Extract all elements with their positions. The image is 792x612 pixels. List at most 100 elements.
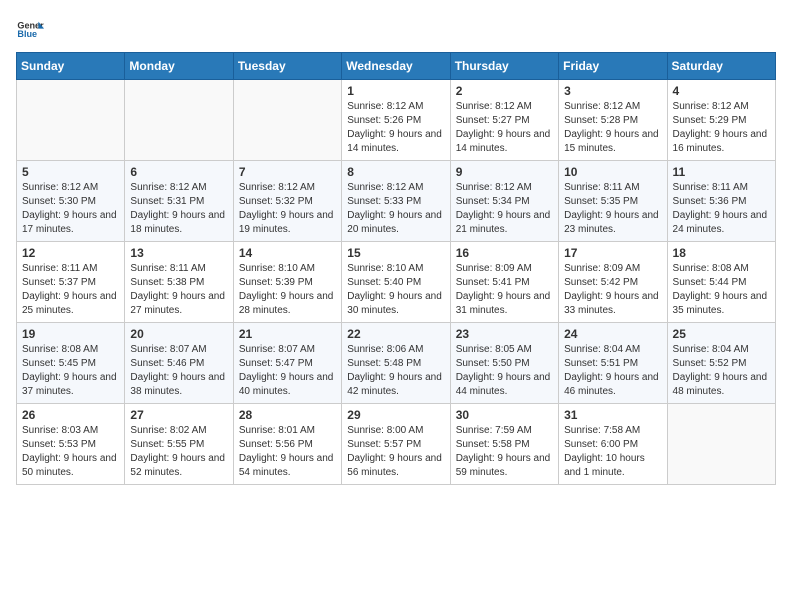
weekday-header-tuesday: Tuesday [233, 53, 341, 80]
day-info: Sunrise: 8:09 AM Sunset: 5:42 PM Dayligh… [564, 262, 661, 318]
day-info: Sunrise: 8:10 AM Sunset: 5:39 PM Dayligh… [239, 262, 336, 318]
day-number: 16 [456, 246, 553, 260]
day-info: Sunrise: 8:06 AM Sunset: 5:48 PM Dayligh… [347, 343, 444, 399]
day-info: Sunrise: 8:12 AM Sunset: 5:27 PM Dayligh… [456, 100, 553, 156]
calendar-cell: 2 Sunrise: 8:12 AM Sunset: 5:27 PM Daylig… [450, 80, 558, 161]
day-info: Sunrise: 8:09 AM Sunset: 5:41 PM Dayligh… [456, 262, 553, 318]
day-number: 20 [130, 327, 227, 341]
day-number: 21 [239, 327, 336, 341]
calendar-cell: 15 Sunrise: 8:10 AM Sunset: 5:40 PM Dayli… [342, 242, 450, 323]
calendar-cell: 24Sunrise: 8:04 AM Sunset: 5:51 PM Dayli… [559, 323, 667, 404]
day-number: 13 [130, 246, 227, 260]
day-info: Sunrise: 8:12 AM Sunset: 5:29 PM Dayligh… [673, 100, 770, 156]
calendar-cell [125, 80, 233, 161]
calendar-cell: 28 Sunrise: 8:01 AM Sunset: 5:56 PM Dayli… [233, 404, 341, 485]
day-number: 30 [456, 408, 553, 422]
weekday-header-row: SundayMondayTuesdayWednesdayThursdayFrid… [17, 53, 776, 80]
day-info: Sunrise: 7:58 AM Sunset: 6:00 PM Dayligh… [564, 424, 661, 480]
day-info: Sunrise: 8:11 AM Sunset: 5:35 PM Dayligh… [564, 181, 661, 237]
day-info: Sunrise: 8:12 AM Sunset: 5:32 PM Dayligh… [239, 181, 336, 237]
weekday-header-saturday: Saturday [667, 53, 775, 80]
logo-icon: General Blue [16, 16, 44, 44]
day-info: Sunrise: 8:11 AM Sunset: 5:37 PM Dayligh… [22, 262, 119, 318]
day-number: 29 [347, 408, 444, 422]
calendar-cell: 21Sunrise: 8:07 AM Sunset: 5:47 PM Dayli… [233, 323, 341, 404]
day-number: 19 [22, 327, 119, 341]
day-number: 5 [22, 165, 119, 179]
weekday-header-monday: Monday [125, 53, 233, 80]
calendar-cell: 7 Sunrise: 8:12 AM Sunset: 5:32 PM Daylig… [233, 161, 341, 242]
calendar-cell: 6 Sunrise: 8:12 AM Sunset: 5:31 PM Daylig… [125, 161, 233, 242]
day-number: 1 [347, 84, 444, 98]
day-info: Sunrise: 8:12 AM Sunset: 5:28 PM Dayligh… [564, 100, 661, 156]
day-number: 23 [456, 327, 553, 341]
day-number: 15 [347, 246, 444, 260]
day-number: 8 [347, 165, 444, 179]
day-info: Sunrise: 8:12 AM Sunset: 5:31 PM Dayligh… [130, 181, 227, 237]
day-number: 12 [22, 246, 119, 260]
calendar-week-4: 19 Sunrise: 8:08 AM Sunset: 5:45 PM Dayli… [17, 323, 776, 404]
day-info: Sunrise: 8:12 AM Sunset: 5:30 PM Dayligh… [22, 181, 119, 237]
day-info: Sunrise: 8:04 AM Sunset: 5:52 PM Dayligh… [673, 343, 770, 399]
day-number: 6 [130, 165, 227, 179]
day-number: 26 [22, 408, 119, 422]
day-number: 4 [673, 84, 770, 98]
day-info: Sunrise: 8:12 AM Sunset: 5:33 PM Dayligh… [347, 181, 444, 237]
day-number: 11 [673, 165, 770, 179]
calendar-cell: 30 Sunrise: 7:59 AM Sunset: 5:58 PM Dayli… [450, 404, 558, 485]
calendar-cell [17, 80, 125, 161]
calendar-cell: 8 Sunrise: 8:12 AM Sunset: 5:33 PM Daylig… [342, 161, 450, 242]
calendar-week-5: 26 Sunrise: 8:03 AM Sunset: 5:53 PM Dayli… [17, 404, 776, 485]
weekday-header-thursday: Thursday [450, 53, 558, 80]
calendar-cell: 3 Sunrise: 8:12 AM Sunset: 5:28 PM Daylig… [559, 80, 667, 161]
calendar-cell: 16 Sunrise: 8:09 AM Sunset: 5:41 PM Dayli… [450, 242, 558, 323]
calendar-cell: 10 Sunrise: 8:11 AM Sunset: 5:35 PM Dayli… [559, 161, 667, 242]
calendar-cell: 31 Sunrise: 7:58 AM Sunset: 6:00 PM Dayli… [559, 404, 667, 485]
calendar-cell: 17Sunrise: 8:09 AM Sunset: 5:42 PM Dayli… [559, 242, 667, 323]
calendar-cell: 23 Sunrise: 8:05 AM Sunset: 5:50 PM Dayli… [450, 323, 558, 404]
day-info: Sunrise: 8:01 AM Sunset: 5:56 PM Dayligh… [239, 424, 336, 480]
logo: General Blue [16, 16, 44, 44]
day-number: 7 [239, 165, 336, 179]
calendar-cell: 25 Sunrise: 8:04 AM Sunset: 5:52 PM Dayli… [667, 323, 775, 404]
day-info: Sunrise: 8:08 AM Sunset: 5:45 PM Dayligh… [22, 343, 119, 399]
day-info: Sunrise: 8:02 AM Sunset: 5:55 PM Dayligh… [130, 424, 227, 480]
day-info: Sunrise: 8:10 AM Sunset: 5:40 PM Dayligh… [347, 262, 444, 318]
calendar-cell: 20 Sunrise: 8:07 AM Sunset: 5:46 PM Dayli… [125, 323, 233, 404]
day-number: 3 [564, 84, 661, 98]
page-header: General Blue [16, 16, 776, 44]
day-info: Sunrise: 8:00 AM Sunset: 5:57 PM Dayligh… [347, 424, 444, 480]
weekday-header-friday: Friday [559, 53, 667, 80]
day-info: Sunrise: 8:05 AM Sunset: 5:50 PM Dayligh… [456, 343, 553, 399]
day-number: 22 [347, 327, 444, 341]
day-number: 31 [564, 408, 661, 422]
calendar-cell [233, 80, 341, 161]
calendar-week-3: 12 Sunrise: 8:11 AM Sunset: 5:37 PM Dayli… [17, 242, 776, 323]
day-info: Sunrise: 8:11 AM Sunset: 5:36 PM Dayligh… [673, 181, 770, 237]
weekday-header-wednesday: Wednesday [342, 53, 450, 80]
calendar-cell: 11 Sunrise: 8:11 AM Sunset: 5:36 PM Dayli… [667, 161, 775, 242]
day-info: Sunrise: 7:59 AM Sunset: 5:58 PM Dayligh… [456, 424, 553, 480]
calendar-week-1: 1 Sunrise: 8:12 AM Sunset: 5:26 PM Daylig… [17, 80, 776, 161]
calendar-cell: 5 Sunrise: 8:12 AM Sunset: 5:30 PM Daylig… [17, 161, 125, 242]
calendar-table: SundayMondayTuesdayWednesdayThursdayFrid… [16, 52, 776, 485]
day-number: 2 [456, 84, 553, 98]
calendar-cell: 9Sunrise: 8:12 AM Sunset: 5:34 PM Daylig… [450, 161, 558, 242]
day-number: 28 [239, 408, 336, 422]
day-number: 9 [456, 165, 553, 179]
calendar-cell: 13Sunrise: 8:11 AM Sunset: 5:38 PM Dayli… [125, 242, 233, 323]
day-info: Sunrise: 8:04 AM Sunset: 5:51 PM Dayligh… [564, 343, 661, 399]
calendar-cell [667, 404, 775, 485]
day-info: Sunrise: 8:12 AM Sunset: 5:26 PM Dayligh… [347, 100, 444, 156]
day-number: 10 [564, 165, 661, 179]
calendar-cell: 18Sunrise: 8:08 AM Sunset: 5:44 PM Dayli… [667, 242, 775, 323]
calendar-cell: 14 Sunrise: 8:10 AM Sunset: 5:39 PM Dayli… [233, 242, 341, 323]
weekday-header-sunday: Sunday [17, 53, 125, 80]
svg-text:Blue: Blue [17, 29, 37, 39]
day-number: 25 [673, 327, 770, 341]
day-info: Sunrise: 8:07 AM Sunset: 5:46 PM Dayligh… [130, 343, 227, 399]
day-number: 14 [239, 246, 336, 260]
day-info: Sunrise: 8:03 AM Sunset: 5:53 PM Dayligh… [22, 424, 119, 480]
calendar-cell: 22 Sunrise: 8:06 AM Sunset: 5:48 PM Dayli… [342, 323, 450, 404]
calendar-cell: 26 Sunrise: 8:03 AM Sunset: 5:53 PM Dayli… [17, 404, 125, 485]
